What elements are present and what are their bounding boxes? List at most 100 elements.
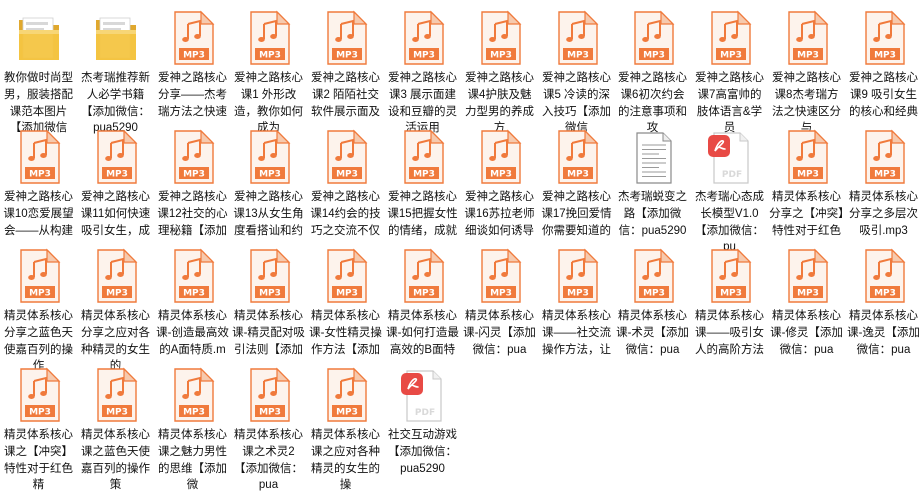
- mp3-file-icon: MP3: [245, 248, 293, 304]
- file-item[interactable]: MP3 精灵体系核心课之应对各种精灵的女生的操: [307, 367, 384, 491]
- mp3-file-icon: MP3: [169, 367, 217, 423]
- file-item[interactable]: MP3 爱神之路核心分享——杰考瑞方法之快速: [154, 10, 231, 134]
- file-item[interactable]: MP3 精灵体系核心课-闪灵【添加微信：pua: [461, 248, 538, 372]
- file-item[interactable]: PDF 杰考瑞心态成长模型V1.0【添加微信：pu: [691, 129, 768, 253]
- svg-text:MP3: MP3: [874, 51, 896, 61]
- folder-item[interactable]: 教你做时尚型男，服装搭配课范本图片【添加微信: [0, 10, 77, 134]
- file-item[interactable]: MP3 精灵体系核心分享之多层次吸引.mp3: [845, 129, 922, 253]
- svg-text:PDF: PDF: [722, 170, 742, 180]
- svg-text:MP3: MP3: [183, 51, 205, 61]
- mp3-file-icon: MP3: [476, 10, 524, 66]
- file-item[interactable]: MP3 爱神之路核心课15把握女性的情绪，成就: [384, 129, 461, 253]
- file-item[interactable]: MP3 爱神之路核心课4护肤及魅力型男的养成方: [461, 10, 538, 134]
- file-item[interactable]: MP3 精灵体系核心课——社交流操作方法，让: [538, 248, 615, 372]
- svg-text:MP3: MP3: [106, 170, 128, 180]
- file-item[interactable]: MP3 爱神之路核心课3 展示面建设和豆瓣的灵活运用: [384, 10, 461, 134]
- file-item[interactable]: MP3 精灵体系核心课-女性精灵操作方法【添加: [307, 248, 384, 372]
- svg-text:MP3: MP3: [413, 170, 435, 180]
- mp3-file-icon: MP3: [860, 129, 908, 185]
- svg-text:MP3: MP3: [413, 51, 435, 61]
- file-item[interactable]: MP3 精灵体系核心课之魅力男性的思维【添加微: [154, 367, 231, 491]
- file-label: 爱神之路核心课12社交的心理秘籍【添加: [157, 191, 228, 237]
- mp3-file-icon: MP3: [706, 248, 754, 304]
- svg-text:MP3: MP3: [797, 289, 819, 299]
- file-item[interactable]: MP3 精灵体系核心课-精灵配对吸引法则【添加: [230, 248, 307, 372]
- file-label: 精灵体系核心课——社交流操作方法，让: [542, 310, 611, 356]
- mp3-file-icon: MP3: [169, 10, 217, 66]
- file-item[interactable]: MP3 爱神之路核心课9 吸引女生的核心和经典: [845, 10, 922, 134]
- file-label: 杰考瑞推荐新人必学书籍【添加微信：pua5290: [81, 72, 150, 135]
- mp3-file-icon: MP3: [783, 248, 831, 304]
- file-item[interactable]: PDF 社交互动游戏【添加微信：pua5290: [384, 367, 461, 491]
- file-label: 精灵体系核心课-修灵【添加微信：pua: [770, 310, 843, 356]
- file-label: 爱神之路核心课8杰考瑞方法之快速区分与: [772, 72, 841, 135]
- file-item[interactable]: 杰考瑞蜕变之路【添加微信：pua5290: [614, 129, 691, 253]
- file-label: 爱神之路核心课11如何快速吸引女生，成: [80, 191, 151, 237]
- svg-text:MP3: MP3: [183, 408, 205, 418]
- file-item[interactable]: MP3 爱神之路核心课7高富帅的肢体语言&学员: [691, 10, 768, 134]
- file-item[interactable]: MP3 爱神之路核心课17挽回爱情你需要知道的: [538, 129, 615, 253]
- file-item[interactable]: MP3 精灵体系核心课之术灵2【添加微信：pua: [230, 367, 307, 491]
- file-item[interactable]: MP3 精灵体系核心课-修灵【添加微信：pua: [768, 248, 845, 372]
- svg-text:MP3: MP3: [567, 289, 589, 299]
- file-item[interactable]: MP3 爱神之路核心课11如何快速吸引女生，成: [77, 129, 154, 253]
- file-label: 精灵体系核心课-精灵配对吸引法则【添加: [232, 310, 305, 356]
- mp3-file-icon: MP3: [322, 10, 370, 66]
- file-item[interactable]: MP3 精灵体系核心分享之应对各种精灵的女生的: [77, 248, 154, 372]
- file-item[interactable]: MP3 爱神之路核心课13从女生角度看搭讪和约: [230, 129, 307, 253]
- file-item[interactable]: MP3 精灵体系核心分享之蓝色天使嘉百列的操作: [0, 248, 77, 372]
- file-item[interactable]: MP3 爱神之路核心课12社交的心理秘籍【添加: [154, 129, 231, 253]
- file-item[interactable]: MP3 爱神之路核心课8杰考瑞方法之快速区分与: [768, 10, 845, 134]
- mp3-file-icon: MP3: [629, 248, 677, 304]
- file-item[interactable]: MP3 精灵体系核心课-创造最高效的A面特质.m: [154, 248, 231, 372]
- file-label: 爱神之路核心课17挽回爱情你需要知道的: [541, 191, 612, 237]
- file-item[interactable]: MP3 爱神之路核心课16苏拉老师细谈如何诱导: [461, 129, 538, 253]
- file-item[interactable]: MP3 精灵体系核心课-如何打造最高效的B面特: [384, 248, 461, 372]
- mp3-file-icon: MP3: [706, 10, 754, 66]
- svg-text:MP3: MP3: [643, 289, 665, 299]
- file-item[interactable]: MP3 爱神之路核心课14约会的技巧之交流不仅: [307, 129, 384, 253]
- file-label: 杰考瑞蜕变之路【添加微信：pua5290: [618, 191, 687, 237]
- mp3-file-icon: MP3: [399, 129, 447, 185]
- file-label: 精灵体系核心课-逸灵【添加微信：pua: [847, 310, 920, 356]
- file-item[interactable]: MP3 爱神之路核心课5 冷读的深入技巧【添加微信: [538, 10, 615, 134]
- file-label: 爱神之路核心课15把握女性的情绪，成就: [387, 191, 458, 237]
- mp3-file-icon: MP3: [169, 248, 217, 304]
- svg-text:MP3: MP3: [567, 51, 589, 61]
- file-item[interactable]: MP3 爱神之路核心课2 陌陌社交软件展示面及: [307, 10, 384, 134]
- file-label: 精灵体系核心课之【冲突】特性对于红色精: [4, 429, 73, 492]
- mp3-file-icon: MP3: [476, 129, 524, 185]
- file-item[interactable]: MP3 精灵体系核心课之【冲突】特性对于红色精: [0, 367, 77, 491]
- svg-text:MP3: MP3: [259, 289, 281, 299]
- file-item[interactable]: MP3 精灵体系核心课——吸引女人的高阶方法: [691, 248, 768, 372]
- mp3-file-icon: MP3: [783, 10, 831, 66]
- svg-text:MP3: MP3: [643, 51, 665, 61]
- file-item[interactable]: MP3 精灵体系核心课-术灵【添加微信：pua: [614, 248, 691, 372]
- file-label: 精灵体系核心分享之多层次吸引.mp3: [849, 191, 918, 237]
- folder-icon: [92, 10, 140, 66]
- mp3-file-icon: MP3: [553, 10, 601, 66]
- mp3-file-icon: MP3: [15, 367, 63, 423]
- file-label: 爱神之路核心课1 外形改造，教你如何成为: [234, 72, 303, 135]
- file-label: 社交互动游戏【添加微信：pua5290: [388, 429, 457, 475]
- file-label: 爱神之路核心课10恋爱展望会——从构建: [3, 191, 74, 237]
- mp3-file-icon: MP3: [629, 10, 677, 66]
- svg-text:MP3: MP3: [336, 51, 358, 61]
- file-item[interactable]: MP3 精灵体系核心分享之【冲突】特性对于红色: [768, 129, 845, 253]
- svg-text:MP3: MP3: [106, 408, 128, 418]
- file-label: 精灵体系核心课-女性精灵操作方法【添加: [309, 310, 382, 356]
- file-item[interactable]: MP3 爱神之路核心课6初次约会的注意事项和攻: [614, 10, 691, 134]
- mp3-file-icon: MP3: [399, 248, 447, 304]
- file-item[interactable]: MP3 精灵体系核心课之蓝色天使嘉百列的操作策: [77, 367, 154, 491]
- folder-icon: [15, 10, 63, 66]
- mp3-file-icon: MP3: [322, 248, 370, 304]
- file-item[interactable]: MP3 爱神之路核心课10恋爱展望会——从构建: [0, 129, 77, 253]
- mp3-file-icon: MP3: [322, 367, 370, 423]
- file-label: 精灵体系核心课之蓝色天使嘉百列的操作策: [81, 429, 150, 492]
- svg-text:MP3: MP3: [490, 170, 512, 180]
- file-label: 爱神之路核心课5 冷读的深入技巧【添加微信: [542, 72, 611, 135]
- file-item[interactable]: MP3 爱神之路核心课1 外形改造，教你如何成为: [230, 10, 307, 134]
- folder-item[interactable]: 杰考瑞推荐新人必学书籍【添加微信：pua5290: [77, 10, 154, 134]
- file-item[interactable]: MP3 精灵体系核心课-逸灵【添加微信：pua: [845, 248, 922, 372]
- pdf-file-icon: PDF: [399, 367, 447, 423]
